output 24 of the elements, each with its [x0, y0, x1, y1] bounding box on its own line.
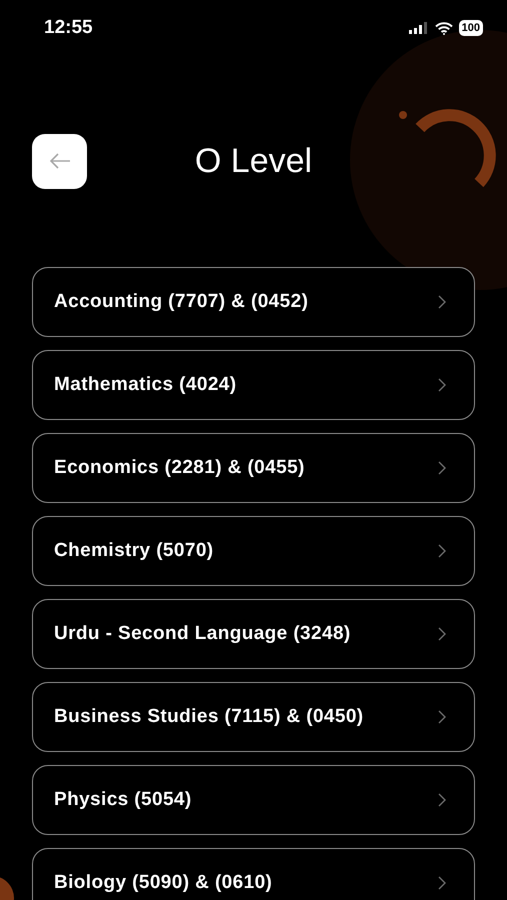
chevron-right-icon: [438, 710, 446, 724]
subject-item[interactable]: Chemistry (5070): [32, 516, 475, 586]
chevron-right-icon: [438, 544, 446, 558]
chevron-right-icon: [438, 295, 446, 309]
page-title: O Level: [194, 142, 312, 180]
subject-item[interactable]: Business Studies (7115) & (0450): [32, 682, 475, 752]
subject-item[interactable]: Biology (5090) & (0610): [32, 848, 475, 900]
chevron-right-icon: [438, 627, 446, 641]
chevron-right-icon: [438, 793, 446, 807]
status-time: 12:55: [44, 17, 93, 39]
chevron-right-icon: [438, 378, 446, 392]
subject-item[interactable]: Economics (2281) & (0455): [32, 433, 475, 503]
subject-item[interactable]: Urdu - Second Language (3248): [32, 599, 475, 669]
chevron-right-icon: [438, 461, 446, 475]
wifi-icon: [434, 22, 453, 34]
battery-level: 100: [458, 20, 483, 36]
chevron-right-icon: [438, 876, 446, 890]
background-blob: [0, 876, 14, 900]
subject-item[interactable]: Accounting (7707) & (0452): [32, 267, 475, 337]
back-arrow-icon: [48, 152, 70, 170]
subject-item[interactable]: Mathematics (4024): [32, 350, 475, 420]
back-button[interactable]: [32, 134, 87, 188]
subject-item[interactable]: Physics (5054): [32, 765, 475, 835]
signal-icon: [408, 22, 429, 34]
